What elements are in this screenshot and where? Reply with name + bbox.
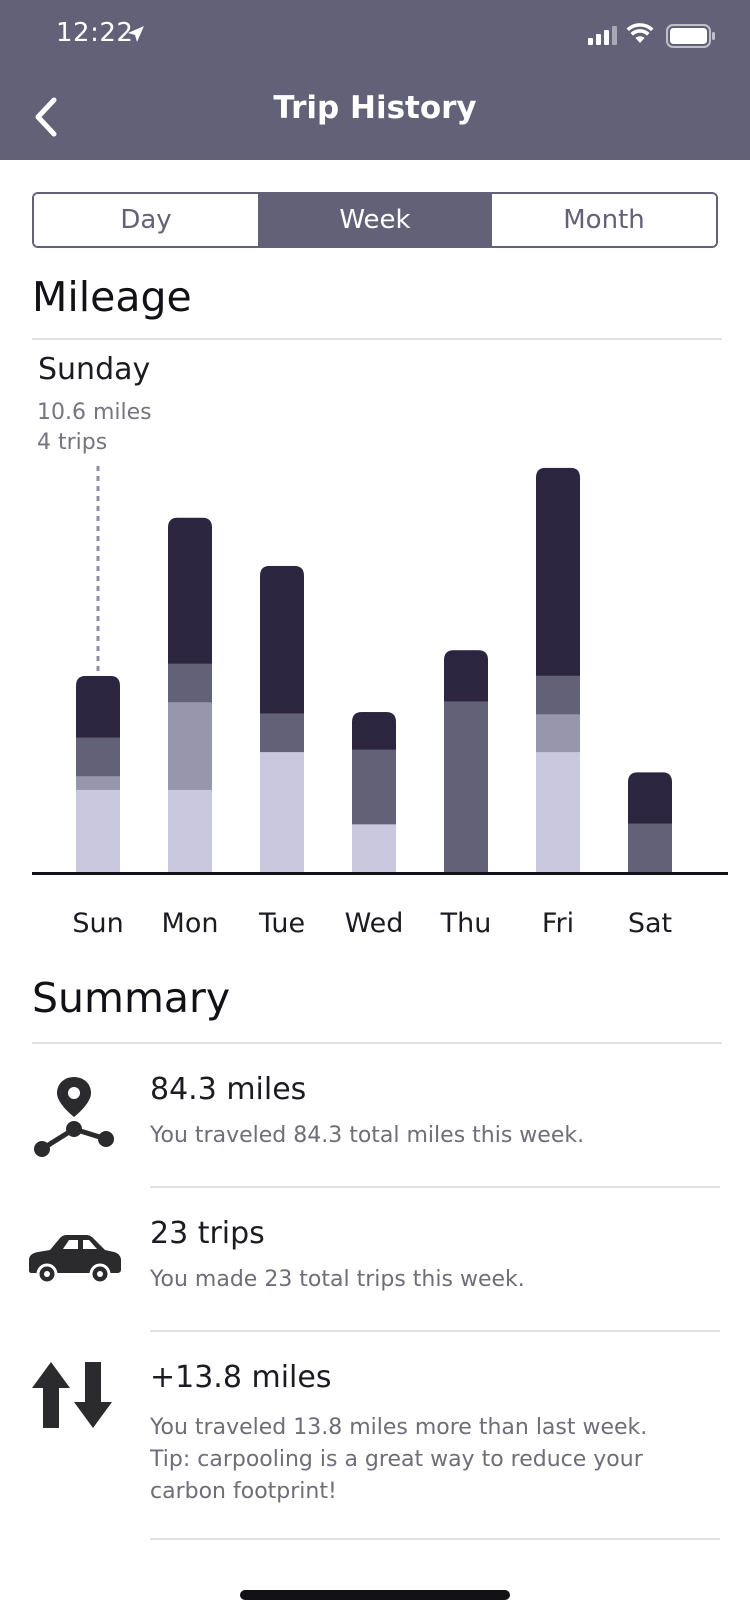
bar-segment-mon-1	[168, 701, 212, 790]
bar-segment-sat-2	[628, 823, 672, 872]
summary-item-divider	[150, 1186, 720, 1188]
summary-item-divider	[150, 1538, 720, 1540]
x-tick-label: Thu	[440, 908, 492, 939]
summary-change-desc: You traveled 13.8 miles more than last w…	[150, 1415, 648, 1504]
summary-change-title: +13.8 miles	[150, 1360, 332, 1395]
summary-distance-desc: You traveled 84.3 total miles this week.	[150, 1123, 585, 1148]
x-tick-label: Mon	[162, 908, 219, 939]
bar-segment-wed-2	[352, 749, 396, 825]
bar-segment-sun-2	[76, 737, 120, 777]
summary-divider	[32, 1042, 722, 1044]
car-icon	[29, 1235, 121, 1284]
summary-item-divider	[150, 1330, 720, 1332]
bar-thu[interactable]	[444, 650, 488, 872]
bar-tue[interactable]	[260, 565, 304, 873]
bar-wed[interactable]	[352, 712, 396, 872]
summary-trips-desc: You made 23 total trips this week.	[150, 1267, 525, 1292]
location-arrow-icon	[128, 26, 144, 42]
bar-segment-fri-2	[536, 675, 580, 715]
bar-segment-sun-3	[76, 675, 120, 738]
up-down-arrows-icon	[32, 1362, 112, 1428]
bar-segment-tue-2	[260, 713, 304, 753]
bar-segment-fri-3	[536, 467, 580, 676]
segment-week[interactable]: Week	[258, 194, 490, 246]
bar-segment-wed-0	[352, 823, 396, 872]
mileage-bar-chart: Sun Mon Tue Wed Thu Fri Sat	[32, 466, 728, 939]
bar-segment-sat-3	[628, 772, 672, 824]
bar-mon[interactable]	[168, 517, 212, 873]
bar-segment-wed-3	[352, 712, 396, 750]
wifi-icon	[626, 23, 654, 43]
bar-segment-fri-1	[536, 713, 580, 753]
period-segmented-control: Day Week Month	[32, 192, 718, 248]
bar-segment-tue-0	[260, 751, 304, 872]
status-time: 12:22	[56, 18, 134, 48]
home-indicator[interactable]	[240, 1590, 510, 1600]
bar-segment-thu-3	[444, 650, 488, 702]
mileage-title: Mileage	[32, 273, 192, 321]
bar-segment-mon-2	[168, 663, 212, 703]
page-title: Trip History	[273, 90, 477, 126]
bar-sat[interactable]	[628, 772, 672, 872]
bar-segment-sun-0	[76, 789, 120, 872]
bar-segment-fri-0	[536, 751, 580, 872]
route-pin-icon	[34, 1077, 114, 1157]
bar-segment-mon-3	[168, 517, 212, 664]
x-tick-label: Wed	[345, 908, 404, 939]
bar-segment-thu-2	[444, 701, 488, 872]
bar-segment-tue-3	[260, 565, 304, 714]
cellular-signal-icon	[588, 26, 617, 45]
summary-title: Summary	[32, 974, 231, 1022]
battery-icon	[666, 24, 715, 48]
bar-segment-mon-0	[168, 789, 212, 872]
segment-month[interactable]: Month	[490, 194, 716, 246]
summary-trips-title: 23 trips	[150, 1216, 265, 1251]
bar-segment-sun-1	[76, 775, 120, 790]
bar-fri[interactable]	[536, 467, 580, 873]
summary-distance-title: 84.3 miles	[150, 1072, 307, 1107]
header-bar: 12:22 Trip History	[0, 0, 750, 160]
x-tick-label: Tue	[258, 908, 305, 939]
segment-day[interactable]: Day	[34, 194, 258, 246]
x-tick-label: Fri	[542, 908, 574, 939]
bar-sun[interactable]	[76, 675, 120, 873]
x-tick-label: Sat	[628, 908, 672, 939]
x-tick-label: Sun	[72, 908, 123, 939]
